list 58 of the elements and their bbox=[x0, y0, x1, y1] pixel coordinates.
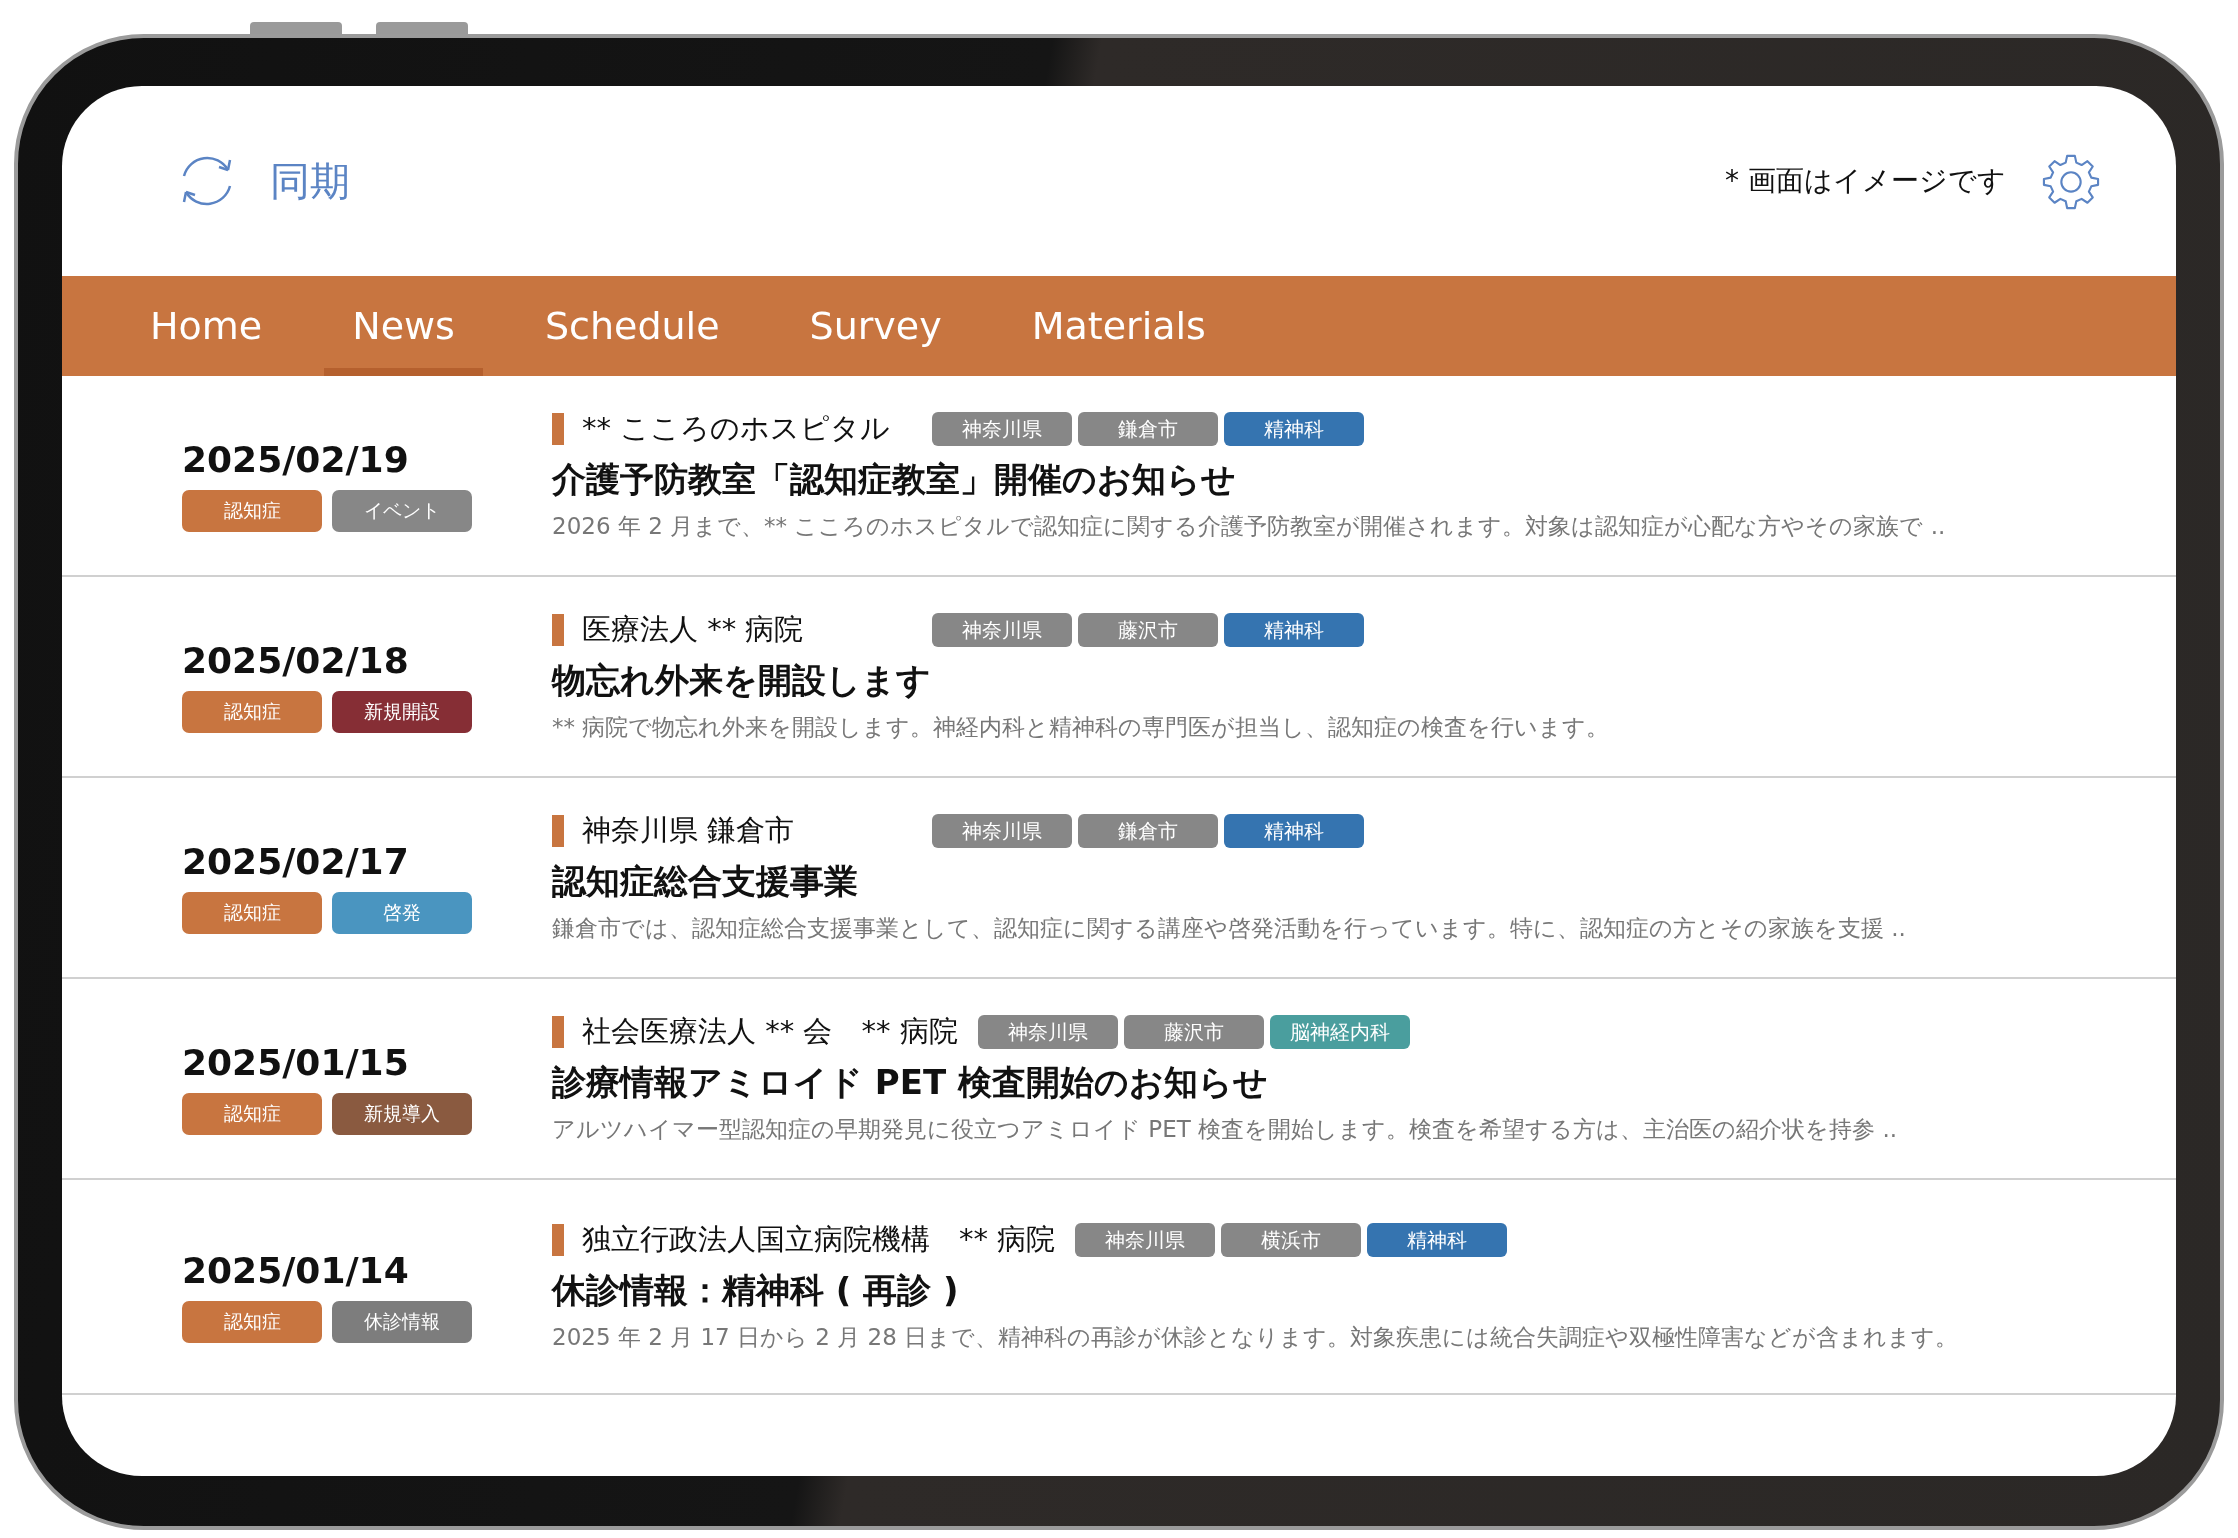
news-date: 2025/02/18 bbox=[182, 640, 410, 681]
region-tag: 鎌倉市 bbox=[1078, 814, 1218, 848]
region-tag: 神奈川県 bbox=[1075, 1223, 1216, 1257]
source-marker bbox=[552, 1016, 564, 1048]
news-source: 社会医療法人 ** 会 ** 病院 bbox=[582, 1013, 958, 1050]
region-tag: 精神科 bbox=[1224, 814, 1364, 848]
region-tag: 藤沢市 bbox=[1078, 613, 1218, 647]
category-tag: 新規開設 bbox=[332, 691, 472, 733]
settings-icon[interactable] bbox=[2042, 152, 2100, 210]
category-tag: 啓発 bbox=[332, 892, 472, 934]
category-tag: 新規導入 bbox=[332, 1093, 472, 1135]
news-title[interactable]: 診療情報アミロイド PET 検査開始のお知らせ bbox=[552, 1060, 1897, 1106]
source-marker bbox=[552, 1224, 564, 1256]
category-tag: 休診情報 bbox=[332, 1301, 472, 1343]
news-title[interactable]: 休診情報：精神科 ( 再診 ) bbox=[552, 1268, 1959, 1314]
category-tag: 認知症 bbox=[182, 1093, 322, 1135]
news-summary: 2025 年 2 月 17 日から 2 月 28 日まで、精神科の再診が休診となります。対象疾患には統合失調症や双極性障害などが含まれます。 bbox=[552, 1323, 1959, 1352]
region-tag: 神奈川県 bbox=[977, 1015, 1118, 1049]
image-note: * 画面はイメージです bbox=[1725, 163, 2006, 199]
news-date: 2025/01/14 bbox=[182, 1250, 410, 1291]
region-tag: 精神科 bbox=[1367, 1223, 1508, 1257]
region-tag: 神奈川県 bbox=[932, 613, 1072, 647]
region-tag: 神奈川県 bbox=[932, 814, 1072, 848]
news-title[interactable]: 認知症総合支援事業 bbox=[552, 859, 1906, 905]
news-source: 独立行政法人国立病院機構 ** 病院 bbox=[582, 1221, 1056, 1258]
nav-tab[interactable]: Schedule bbox=[516, 276, 748, 376]
nav-tab[interactable]: News bbox=[324, 276, 483, 376]
nav-tab[interactable]: Survey bbox=[781, 276, 970, 376]
category-tag: 認知症 bbox=[182, 490, 322, 532]
region-tag: 精神科 bbox=[1224, 412, 1364, 446]
category-tag: 認知症 bbox=[182, 691, 322, 733]
nav-tab[interactable]: Materials bbox=[1003, 276, 1234, 376]
sync-label[interactable]: 同期 bbox=[270, 153, 350, 209]
news-date: 2025/01/15 bbox=[182, 1042, 410, 1083]
region-tag: 神奈川県 bbox=[932, 412, 1072, 446]
region-tag: 精神科 bbox=[1224, 613, 1364, 647]
region-tag: 藤沢市 bbox=[1123, 1015, 1264, 1049]
news-source: ** こころのホスピタル bbox=[582, 410, 892, 447]
region-tag: 鎌倉市 bbox=[1078, 412, 1218, 446]
news-date: 2025/02/17 bbox=[182, 841, 410, 882]
region-tag: 脳神経内科 bbox=[1269, 1015, 1410, 1049]
news-date: 2025/02/19 bbox=[182, 439, 410, 480]
nav-tab[interactable]: Home bbox=[122, 276, 291, 376]
news-source: 医療法人 ** 病院 bbox=[582, 611, 805, 648]
news-title[interactable]: 物忘れ外来を開設します bbox=[552, 658, 1610, 704]
category-tag: イベント bbox=[332, 490, 472, 532]
news-summary: 2026 年 2 月まで、** こころのホスピタルで認知症に関する介護予防教室が開催されます。対象は認知症が心配な方やその家族で .. bbox=[552, 512, 1946, 541]
news-summary: ** 病院で物忘れ外来を開設します。神経内科と精神科の専門医が担当し、認知症の検査を行います。 bbox=[552, 713, 1610, 742]
news-source: 神奈川県 鎌倉市 bbox=[582, 812, 796, 849]
category-tag: 認知症 bbox=[182, 1301, 322, 1343]
source-marker bbox=[552, 413, 564, 445]
category-tag: 認知症 bbox=[182, 892, 322, 934]
news-summary: 鎌倉市では、認知症総合支援事業として、認知症に関する講座や啓発活動を行っています。特に、認知症の方とその家族を支援 .. bbox=[552, 914, 1906, 943]
source-marker bbox=[552, 614, 564, 646]
source-marker bbox=[552, 815, 564, 847]
news-summary: アルツハイマー型認知症の早期発見に役立つアミロイド PET 検査を開始します。検査を希望する方は、主治医の紹介状を持参 .. bbox=[552, 1115, 1897, 1144]
region-tag: 横浜市 bbox=[1221, 1223, 1362, 1257]
news-title[interactable]: 介護予防教室「認知症教室」開催のお知らせ bbox=[552, 457, 1946, 503]
